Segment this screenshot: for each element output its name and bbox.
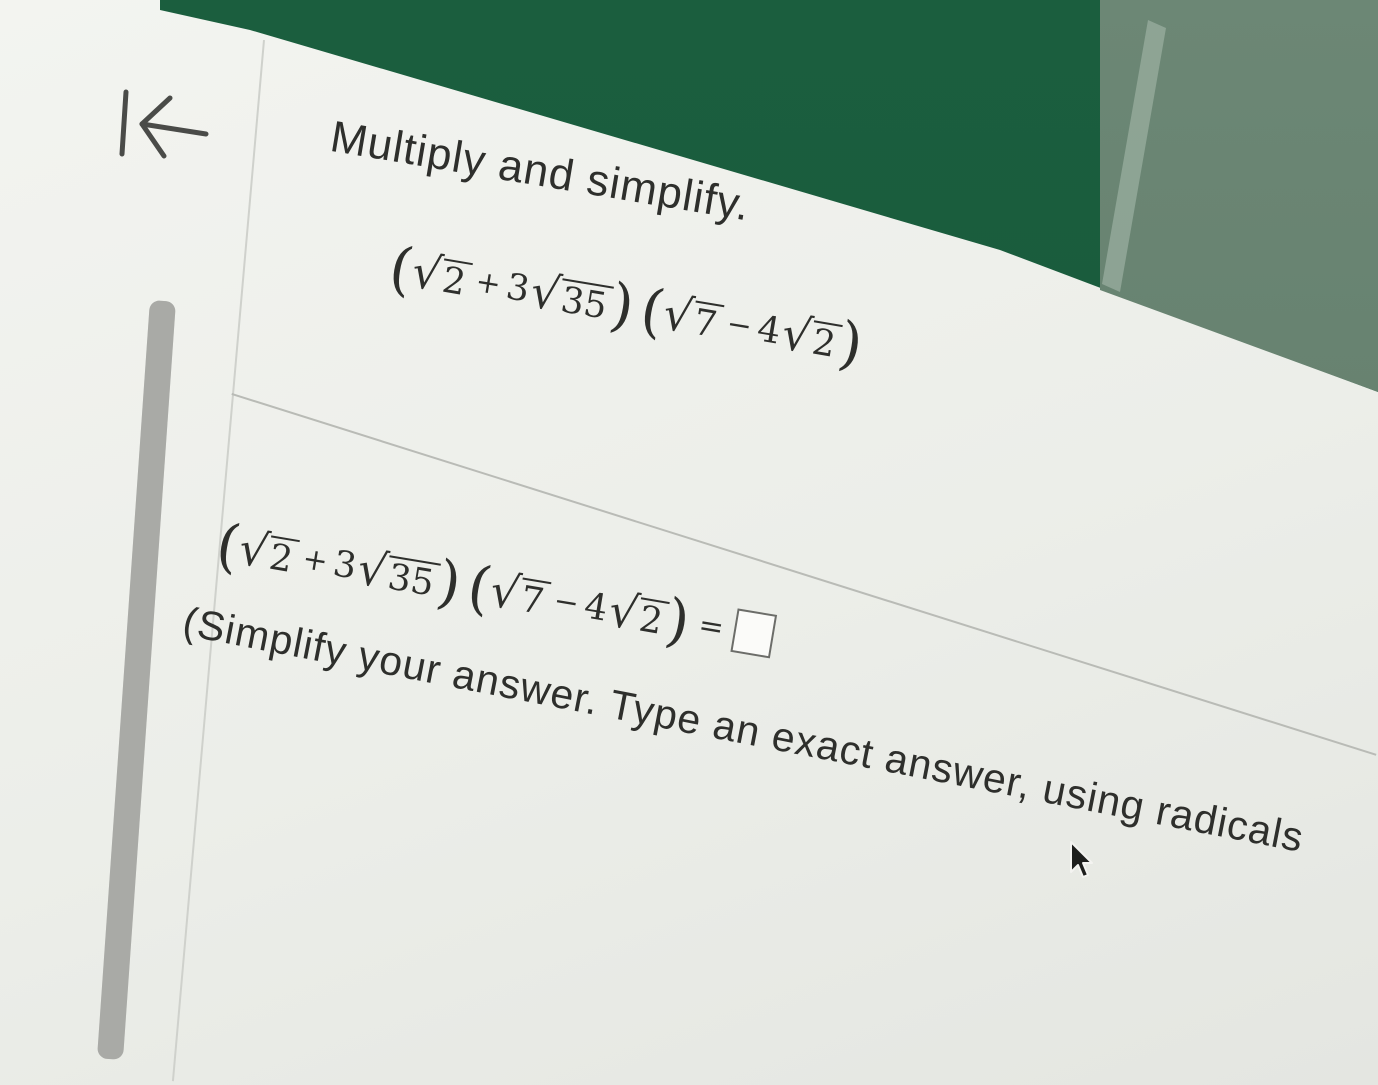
screen: Multiply and simplify. ( √ 2 + 3 √ 35 ) ( … [0, 0, 1378, 1085]
radical: √ 2 [235, 521, 301, 581]
radical: √ 35 [527, 264, 615, 328]
back-to-start-button[interactable] [112, 84, 212, 164]
scrollbar-track[interactable] [96, 300, 176, 1060]
radical: √ 7 [486, 563, 552, 623]
radical: √ 2 [778, 306, 844, 366]
question-expression: ( √ 2 + 3 √ 35 ) ( √ 7 − 4 √ 2 ) [385, 233, 868, 379]
answer-input[interactable] [729, 608, 777, 659]
mouse-pointer-icon [1070, 841, 1093, 878]
scrollbar-thumb[interactable] [96, 300, 176, 1060]
minus-sign: − [724, 305, 755, 345]
radical: √ 35 [354, 541, 442, 605]
radical: √ 2 [408, 244, 474, 304]
minus-sign: − [551, 582, 582, 622]
equals-sign: = [696, 606, 727, 646]
plus-sign: + [472, 263, 504, 303]
radical: √ 2 [605, 583, 671, 643]
back-to-start-icon [119, 89, 209, 159]
radical: √ 7 [659, 286, 725, 346]
plus-sign: + [299, 540, 331, 580]
